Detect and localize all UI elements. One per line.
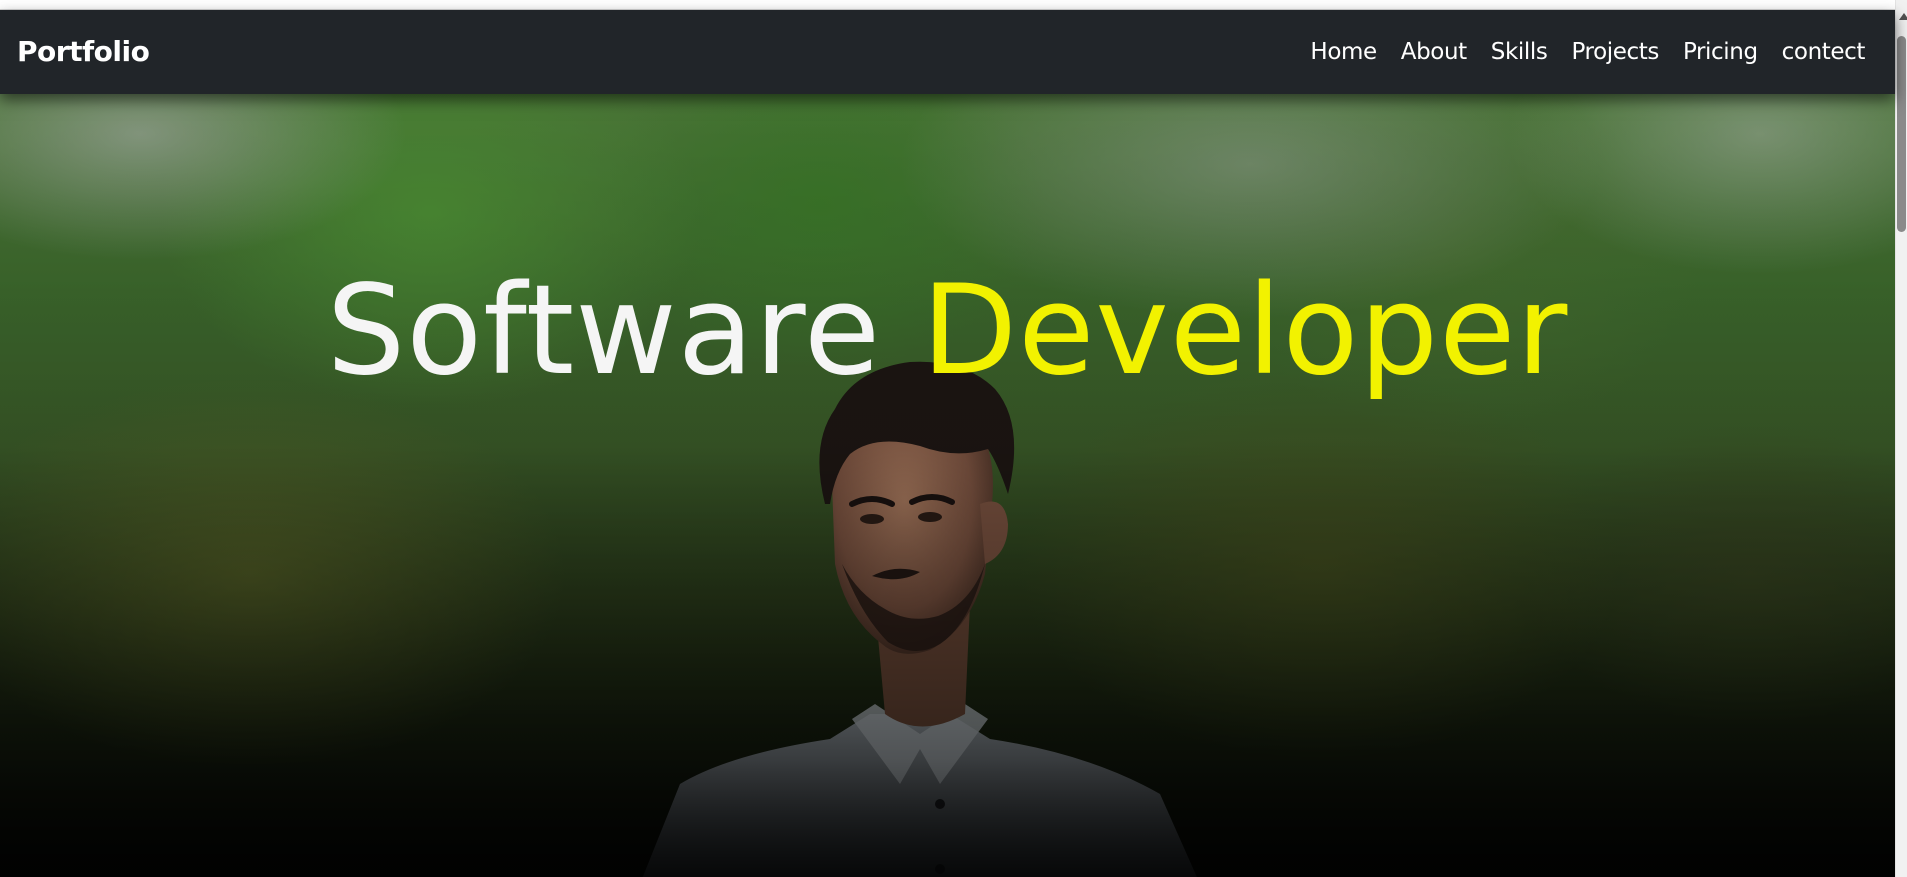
hero-title-developer: Developer — [921, 259, 1569, 403]
hero-section: Software Developer — [0, 94, 1895, 877]
nav-link-pricing[interactable]: Pricing — [1683, 39, 1758, 65]
top-strip — [0, 0, 1895, 10]
hero-title-software: Software — [326, 259, 882, 403]
navbar: Portfolio Home About Skills Projects Pri… — [0, 10, 1895, 94]
brand-logo[interactable]: Portfolio — [17, 10, 150, 94]
nav-link-home[interactable]: Home — [1310, 39, 1377, 65]
hero-overlay — [0, 94, 1895, 877]
nav-links: Home About Skills Projects Pricing conte… — [1310, 10, 1865, 94]
nav-link-contact[interactable]: contect — [1782, 39, 1866, 65]
nav-link-about[interactable]: About — [1401, 39, 1467, 65]
nav-link-skills[interactable]: Skills — [1491, 39, 1548, 65]
scrollbar-thumb[interactable] — [1897, 36, 1906, 232]
hero-title: Software Developer — [0, 269, 1895, 393]
page: Portfolio Home About Skills Projects Pri… — [0, 0, 1907, 877]
nav-link-projects[interactable]: Projects — [1571, 39, 1659, 65]
scroll-up-arrow-icon[interactable] — [1899, 13, 1907, 20]
